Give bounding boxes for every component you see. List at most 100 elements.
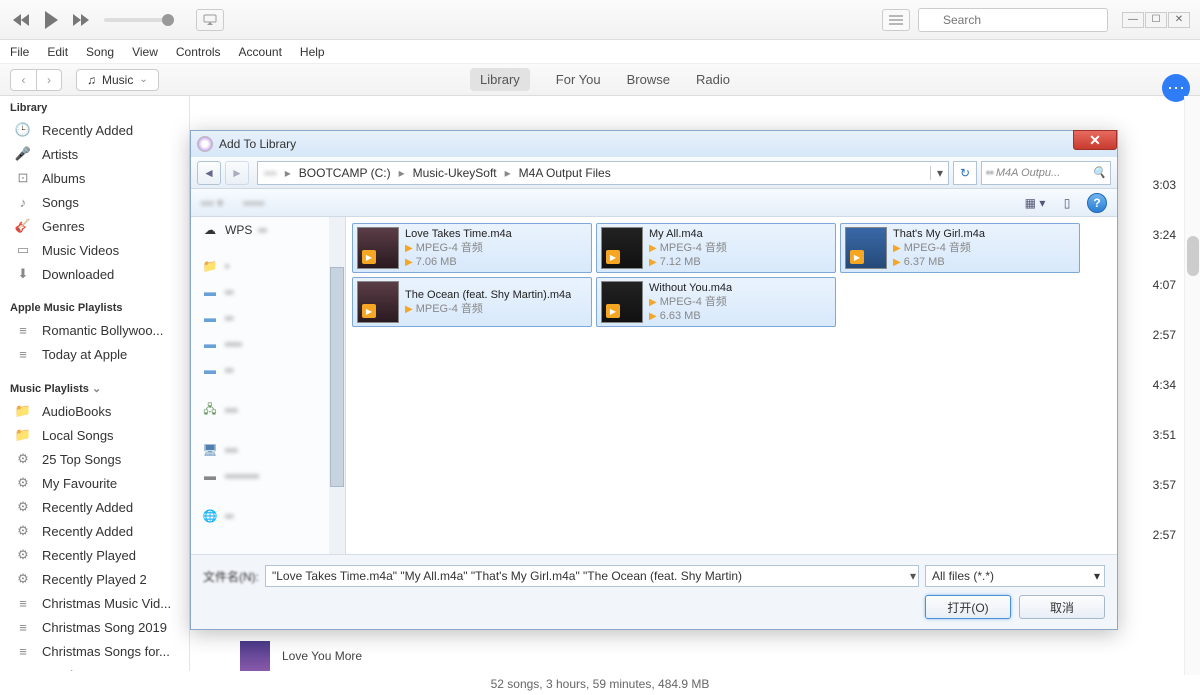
search-input[interactable] xyxy=(918,8,1108,32)
menu-view[interactable]: View xyxy=(132,45,158,59)
breadcrumb-root[interactable]: ▪▪▪ xyxy=(258,166,283,180)
dialog-sidebar-item[interactable]: ▬▪▪ xyxy=(191,279,345,305)
help-button[interactable]: ? xyxy=(1087,193,1107,213)
vertical-scrollbar[interactable] xyxy=(1184,96,1200,675)
dialog-close-button[interactable]: ✕ xyxy=(1073,130,1117,150)
gear-icon: ⚙ xyxy=(14,474,32,492)
drive-icon: ▬ xyxy=(201,467,219,485)
download-icon: ⬇ xyxy=(14,265,32,283)
menu-help[interactable]: Help xyxy=(300,45,325,59)
nav-forward-button[interactable]: › xyxy=(36,69,62,91)
sidebar-item-recently-added-pl[interactable]: ⚙Recently Added xyxy=(0,495,185,519)
sidebar-item-artists[interactable]: 🎤Artists xyxy=(0,142,185,166)
play-button[interactable] xyxy=(40,9,62,31)
sidebar-item-my-favourite[interactable]: ⚙My Favourite xyxy=(0,471,185,495)
menu-file[interactable]: File xyxy=(10,45,29,59)
file-tile[interactable]: ▶ Without You.m4a ▶MPEG-4 音频 ▶6.63 MB xyxy=(596,277,836,327)
file-grid: ▶ Love Takes Time.m4a ▶MPEG-4 音频 ▶7.06 M… xyxy=(346,217,1117,554)
sidebar-item-downloaded[interactable]: ⬇Downloaded xyxy=(0,262,185,286)
dialog-sidebar-item[interactable]: 🌐▪▪ xyxy=(191,503,345,529)
sidebar-item-genres[interactable]: 🎸Genres xyxy=(0,214,185,238)
sidebar-item-christmas-vid[interactable]: ≡Christmas Music Vid... xyxy=(0,591,185,615)
dialog-sidebar-item[interactable]: 🖧▪▪▪ xyxy=(191,397,345,423)
tab-for-you[interactable]: For You xyxy=(556,72,601,87)
sidebar-item-local-songs[interactable]: 📁Local Songs xyxy=(0,423,185,447)
cancel-button[interactable]: 取消 xyxy=(1019,595,1105,619)
volume-slider[interactable] xyxy=(104,18,174,22)
menu-controls[interactable]: Controls xyxy=(176,45,221,59)
dialog-sidebar-item[interactable]: ▬▪▪ xyxy=(191,357,345,383)
tab-library[interactable]: Library xyxy=(470,68,530,91)
view-mode-button[interactable]: ▦ ▾ xyxy=(1023,192,1047,214)
menu-edit[interactable]: Edit xyxy=(47,45,68,59)
dialog-titlebar[interactable]: Add To Library ✕ xyxy=(191,131,1117,157)
menu-song[interactable]: Song xyxy=(86,45,114,59)
tab-radio[interactable]: Radio xyxy=(696,72,730,87)
breadcrumb-item[interactable]: BOOTCAMP (C:) xyxy=(293,166,397,180)
chevron-down-icon[interactable]: ▾ xyxy=(910,569,916,583)
filetype-dropdown[interactable]: All files (*.*) ▾ xyxy=(925,565,1105,587)
list-view-button[interactable] xyxy=(882,9,910,31)
sidebar-item-recently-added-pl2[interactable]: ⚙Recently Added xyxy=(0,519,185,543)
sidebar-item-25-top[interactable]: ⚙25 Top Songs xyxy=(0,447,185,471)
close-window-button[interactable]: ✕ xyxy=(1168,12,1190,28)
sidebar-item-recently-played[interactable]: ⚙Recently Played xyxy=(0,543,185,567)
dialog-forward-button[interactable]: ► xyxy=(225,161,249,185)
airplay-icon[interactable] xyxy=(196,9,224,31)
sidebar-item-albums[interactable]: ⊡Albums xyxy=(0,166,185,190)
music-dropdown[interactable]: ♫ Music ⌄ xyxy=(76,69,159,91)
sidebar-item-romantic[interactable]: ≡Romantic Bollywoo... xyxy=(0,318,185,342)
scroll-thumb[interactable] xyxy=(1187,236,1199,276)
refresh-button[interactable]: ↻ xyxy=(953,161,977,185)
file-tile[interactable]: ▶ That's My Girl.m4a ▶MPEG-4 音频 ▶6.37 MB xyxy=(840,223,1080,273)
sidebar-item-audiobooks[interactable]: 📁AudioBooks xyxy=(0,399,185,423)
nav-back-button[interactable]: ‹ xyxy=(10,69,36,91)
dialog-search-input[interactable]: ▪▪ M4A Outpu... 🔍 xyxy=(981,161,1111,185)
network-icon: 🖧 xyxy=(201,401,219,419)
maximize-button[interactable]: ☐ xyxy=(1145,12,1167,28)
dialog-sidebar-item[interactable]: ▬▪▪▪▪ xyxy=(191,331,345,357)
preview-pane-button[interactable]: ▯ xyxy=(1055,192,1079,214)
breadcrumb-item[interactable]: M4A Output Files xyxy=(513,166,617,180)
dialog-back-button[interactable]: ◄ xyxy=(197,161,221,185)
sidebar-item-music-videos[interactable]: ▭Music Videos xyxy=(0,238,185,262)
sidebar-item-recently-added[interactable]: 🕒Recently Added xyxy=(0,118,185,142)
filename-input[interactable]: "Love Takes Time.m4a" "My All.m4a" "That… xyxy=(265,565,919,587)
playback-controls xyxy=(10,9,92,31)
playlist-icon: ≡ xyxy=(14,321,32,339)
sidebar-item-today-apple[interactable]: ≡Today at Apple xyxy=(0,342,185,366)
dialog-sidebar-item[interactable]: ▬▪▪▪▪▪▪▪▪ xyxy=(191,463,345,489)
previous-button[interactable] xyxy=(10,9,32,31)
sidebar-item-christmas-2019[interactable]: ≡Christmas Song 2019 xyxy=(0,615,185,639)
file-thumbnail: ▶ xyxy=(601,227,643,269)
dialog-sidebar-item[interactable]: 📁▪ xyxy=(191,253,345,279)
menu-account[interactable]: Account xyxy=(239,45,282,59)
open-button[interactable]: 打开(O) xyxy=(925,595,1011,619)
sidebar-item-recently-played2[interactable]: ⚙Recently Played 2 xyxy=(0,567,185,591)
sidebar-item-christmas-for[interactable]: ≡Christmas Songs for... xyxy=(0,639,185,663)
tab-browse[interactable]: Browse xyxy=(627,72,670,87)
file-tile[interactable]: ▶ My All.m4a ▶MPEG-4 音频 ▶7.12 MB xyxy=(596,223,836,273)
gear-icon: ⚙ xyxy=(14,498,32,516)
toolbar-newfolder[interactable]: ▪▪▪▪▪ xyxy=(243,196,264,210)
breadcrumb-dropdown[interactable]: ▾ xyxy=(930,166,948,180)
file-tile[interactable]: ▶ Love Takes Time.m4a ▶MPEG-4 音频 ▶7.06 M… xyxy=(352,223,592,273)
file-thumbnail: ▶ xyxy=(601,281,643,323)
music-note-icon: ♫ xyxy=(87,73,96,87)
scroll-thumb[interactable] xyxy=(330,267,344,487)
next-button[interactable] xyxy=(70,9,92,31)
dialog-sidebar-scrollbar[interactable] xyxy=(329,217,345,554)
dialog-sidebar-item[interactable]: 🖥▪▪▪ xyxy=(191,437,345,463)
minimize-button[interactable]: — xyxy=(1122,12,1144,28)
toolbar-organize[interactable]: ▪▪▪ ▾ xyxy=(201,196,223,210)
breadcrumb[interactable]: ▪▪▪▸ BOOTCAMP (C:)▸ Music-UkeySoft▸ M4A … xyxy=(257,161,949,185)
dialog-sidebar-item[interactable]: ▬▪▪ xyxy=(191,305,345,331)
sidebar-item-local-songs2[interactable]: ≡Local Songs2 xyxy=(0,663,185,671)
sidebar-item-songs[interactable]: ♪Songs xyxy=(0,190,185,214)
file-tile[interactable]: ▶ The Ocean (feat. Shy Martin).m4a ▶MPEG… xyxy=(352,277,592,327)
chevron-down-icon[interactable]: ⌄ xyxy=(92,383,101,395)
cloud-icon: ☁ xyxy=(201,221,219,239)
breadcrumb-item[interactable]: Music-UkeySoft xyxy=(407,166,503,180)
dialog-sidebar-wps[interactable]: ☁WPS▪▪ xyxy=(191,217,345,243)
chevron-down-icon[interactable]: ▾ xyxy=(1094,569,1100,583)
